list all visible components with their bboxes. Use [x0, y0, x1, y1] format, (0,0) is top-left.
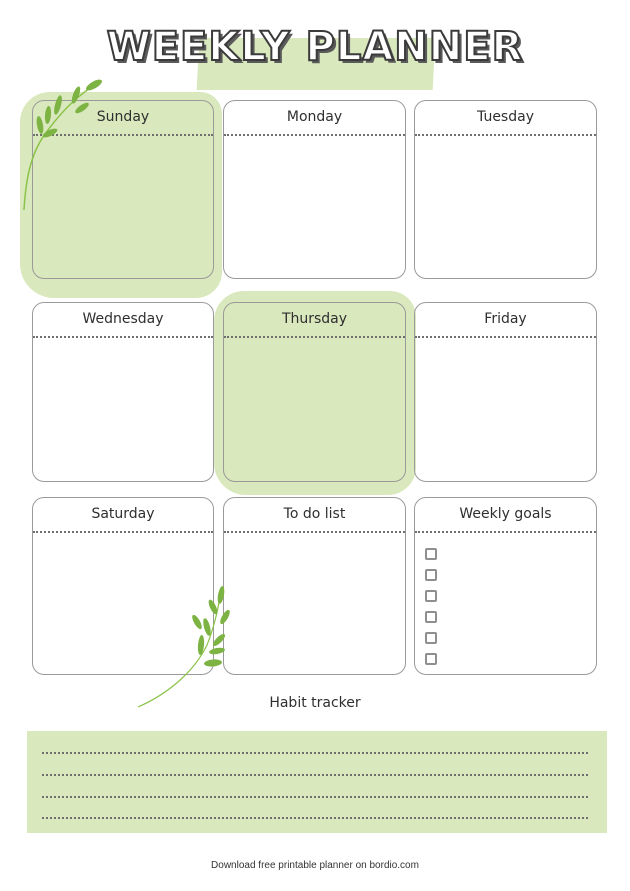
day-label: Saturday — [33, 498, 213, 533]
goal-item — [425, 585, 596, 606]
todo-card[interactable]: To do list — [223, 497, 406, 675]
habit-line[interactable] — [42, 817, 588, 819]
leaf-sprig-icon — [137, 586, 230, 708]
day-card-friday[interactable]: Friday — [414, 302, 597, 482]
checkbox[interactable] — [425, 547, 437, 560]
goal-item — [425, 543, 596, 564]
habit-line[interactable] — [42, 774, 588, 776]
goal-item — [425, 627, 596, 648]
weekly-goals-label: Weekly goals — [415, 498, 596, 533]
day-label: Tuesday — [415, 101, 596, 136]
title-area: WEEKLY PLANNER — [0, 18, 630, 90]
goal-item — [425, 606, 596, 627]
day-card-thursday[interactable]: Thursday — [223, 302, 406, 482]
leaf-sprig-icon — [23, 79, 102, 211]
checkbox[interactable] — [425, 568, 437, 581]
day-card-tuesday[interactable]: Tuesday — [414, 100, 597, 279]
goal-list — [415, 533, 596, 669]
weekly-goals-card[interactable]: Weekly goals — [414, 497, 597, 675]
habit-line[interactable] — [42, 752, 588, 754]
habit-tracker-label: Habit tracker — [269, 695, 361, 711]
goal-item — [425, 564, 596, 585]
day-label: Wednesday — [33, 303, 213, 338]
day-card-wednesday[interactable]: Wednesday — [32, 302, 214, 482]
page-title: WEEKLY PLANNER — [106, 23, 524, 71]
day-label: Thursday — [224, 303, 405, 338]
footer-text: Download free printable planner on bordi… — [211, 860, 419, 871]
habit-line[interactable] — [42, 796, 588, 798]
goal-item — [425, 648, 596, 669]
checkbox[interactable] — [425, 610, 437, 623]
checkbox[interactable] — [425, 652, 437, 665]
checkbox[interactable] — [425, 589, 437, 602]
day-label: Monday — [224, 101, 405, 136]
day-label: Friday — [415, 303, 596, 338]
todo-label: To do list — [224, 498, 405, 533]
checkbox[interactable] — [425, 631, 437, 644]
day-card-monday[interactable]: Monday — [223, 100, 406, 279]
